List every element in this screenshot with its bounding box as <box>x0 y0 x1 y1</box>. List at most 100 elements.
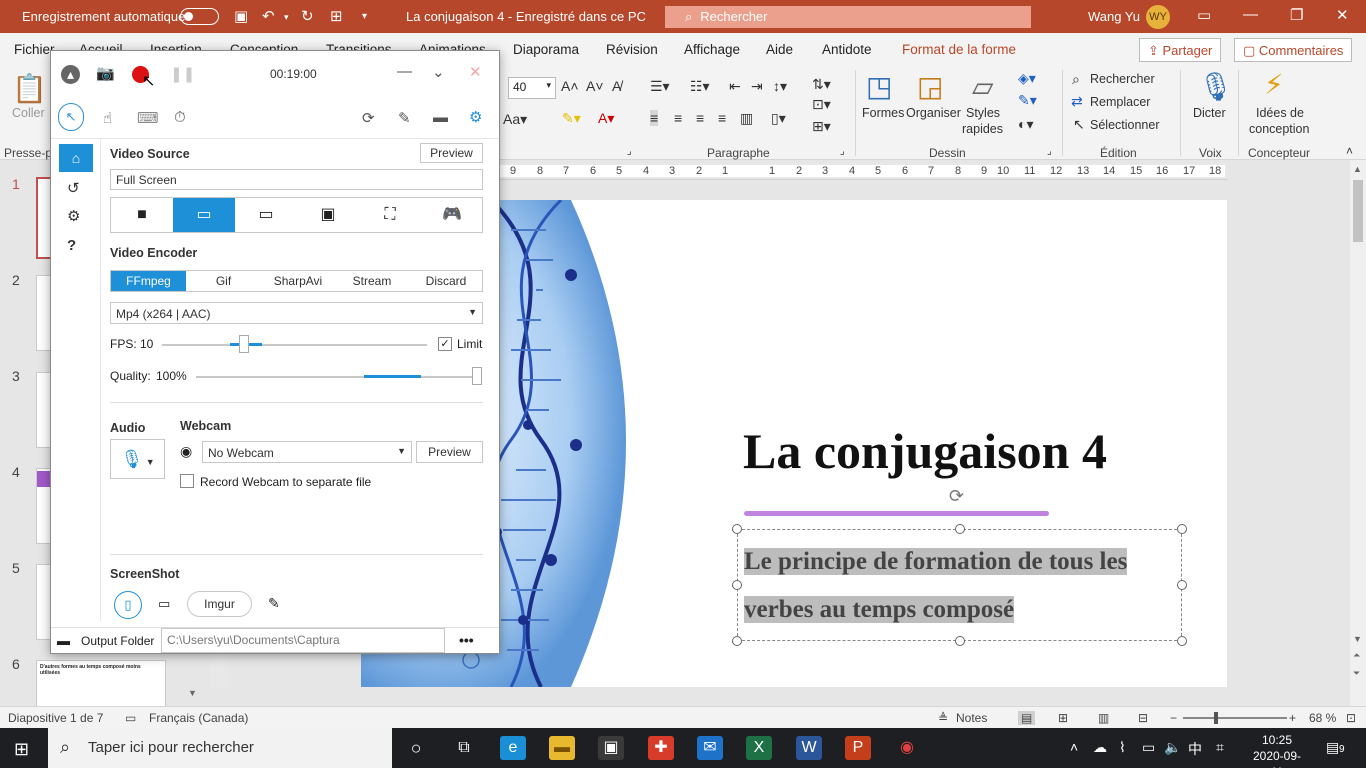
shape-fill-icon[interactable]: ◈▾ <box>1018 70 1036 87</box>
resize-handle[interactable] <box>955 636 965 646</box>
align-text-icon[interactable]: ⊡▾ <box>812 96 831 113</box>
menu-affichage[interactable]: Affichage <box>684 42 740 57</box>
previous-slide-icon[interactable]: ⏶ <box>1353 650 1360 661</box>
pen-icon[interactable]: ✎ <box>398 109 411 127</box>
align-right-icon[interactable]: ≡ <box>696 110 704 126</box>
select-label[interactable]: Sélectionner <box>1090 118 1160 132</box>
window-icon[interactable]: ▣ <box>297 198 359 232</box>
tab-discard[interactable]: Discard <box>409 271 483 291</box>
change-case-icon[interactable]: Aa▾ <box>503 111 527 128</box>
comments-button[interactable]: ▢ Commentaires <box>1234 38 1353 62</box>
design-ideas-icon[interactable]: ⚡ <box>1264 68 1284 101</box>
line-spacing-icon[interactable]: ↕▾ <box>773 78 787 95</box>
click-tool-icon[interactable]: ☝ <box>103 109 112 127</box>
slide-sorter-icon[interactable]: ⊞ <box>1058 711 1068 725</box>
windows-start-icon[interactable]: ⊞ <box>14 739 29 760</box>
resize-handle[interactable] <box>955 524 965 534</box>
minimize-icon[interactable]: — <box>1243 6 1258 23</box>
scrollbar-thumb[interactable] <box>1353 180 1363 242</box>
grow-font-icon[interactable]: A˄ <box>561 78 579 94</box>
dialog-launcher-icon[interactable]: ⌟ <box>840 146 845 157</box>
subtitle-text[interactable]: Le principe de formation de tous les ver… <box>744 538 1164 634</box>
resize-handle[interactable] <box>1177 524 1187 534</box>
imgur-button[interactable]: Imgur <box>187 591 252 617</box>
resize-handle[interactable] <box>732 524 742 534</box>
fps-slider-thumb[interactable] <box>239 335 249 353</box>
clear-format-icon[interactable]: A̸ <box>612 78 621 94</box>
slideshow-icon[interactable]: ⊟ <box>1138 711 1148 725</box>
find-label[interactable]: Rechercher <box>1090 72 1155 86</box>
quality-slider-thumb[interactable] <box>472 367 482 385</box>
resize-handle[interactable] <box>1177 580 1187 590</box>
webcam-preview-button[interactable]: Preview <box>416 441 483 463</box>
align-left-icon[interactable]: ≡ <box>650 110 659 126</box>
tab-ffmpeg[interactable]: FFmpeg <box>111 271 186 291</box>
settings-icon[interactable]: ⚙ <box>67 207 80 225</box>
collapse-ribbon-icon[interactable]: ˄ <box>1346 144 1353 158</box>
camera-icon[interactable]: 📷 <box>96 64 115 82</box>
text-direction-icon[interactable]: ⇅▾ <box>812 76 831 93</box>
powerpoint-icon[interactable]: P <box>845 736 871 760</box>
zoom-level[interactable]: 68 % <box>1309 711 1336 725</box>
scroll-up-icon[interactable]: ▲ <box>1353 164 1362 174</box>
slide-title[interactable]: La conjugaison 4 <box>743 422 1107 480</box>
align-center-icon[interactable]: ≡ <box>674 110 682 126</box>
rotate-handle-icon[interactable]: ⟳ <box>949 486 964 507</box>
home-icon[interactable]: ⌂ <box>59 144 93 172</box>
restore-icon[interactable]: ❐ <box>1290 6 1303 24</box>
search-box[interactable]: ⌕ Rechercher <box>665 6 1031 28</box>
codec-select[interactable]: Mp4 (x264 | AAC) ▼ <box>110 302 483 324</box>
fit-slide-icon[interactable]: ⊡ <box>1346 711 1356 725</box>
tab-gif[interactable]: Gif <box>186 271 261 291</box>
dictate-label[interactable]: Dicter <box>1193 106 1226 120</box>
settings-gear-icon[interactable]: ⚙ <box>469 108 482 126</box>
justify-icon[interactable]: ≡ <box>718 110 726 126</box>
spellcheck-icon[interactable]: ▭ <box>125 711 136 725</box>
menu-antidote[interactable]: Antidote <box>822 42 872 57</box>
onedrive-icon[interactable]: ☁ <box>1093 739 1107 756</box>
zoom-out-icon[interactable]: − <box>1170 711 1177 725</box>
subtitle-textbox[interactable]: Le principe de formation de tous les ver… <box>732 524 1187 646</box>
scroll-down-icon[interactable]: ▼ <box>1353 634 1362 644</box>
bullets-icon[interactable]: ☰▾ <box>650 78 670 95</box>
menu-diaporama[interactable]: Diaporama <box>513 42 579 57</box>
columns-icon[interactable]: ▯▾ <box>771 110 786 127</box>
cortana-icon[interactable]: ○ <box>403 736 429 760</box>
tab-sharpavi[interactable]: SharpAvi <box>261 271 335 291</box>
numbering-icon[interactable]: ☷▾ <box>690 78 710 95</box>
close-icon[interactable]: ✕ <box>469 63 482 81</box>
output-path-field[interactable]: C:\Users\yu\Documents\Captura <box>161 628 445 653</box>
word-icon[interactable]: W <box>796 736 822 760</box>
network-icon[interactable]: ⌇ <box>1119 739 1126 756</box>
next-slide-icon[interactable]: ⏷ <box>1353 668 1360 679</box>
shape-outline-icon[interactable]: ✎▾ <box>1018 92 1037 109</box>
replace-label[interactable]: Remplacer <box>1090 95 1150 109</box>
limit-checkbox[interactable]: ✓ <box>438 337 452 351</box>
ime-label[interactable]: 中 <box>1188 739 1202 759</box>
timer-icon[interactable]: ⏱ <box>174 109 186 126</box>
font-size-field[interactable]: 40 ▾ <box>508 77 556 99</box>
slide-thumbnail-6[interactable]: D'autres formes au temps composé moins u… <box>36 660 166 706</box>
source-preview-button[interactable]: Preview <box>420 143 483 163</box>
shapes-icon[interactable]: ◳ <box>866 70 892 103</box>
screen-source-icon[interactable]: ▭ <box>173 198 235 232</box>
source-field[interactable]: Full Screen <box>110 169 483 190</box>
vertical-scrollbar[interactable]: ▲ ▼ ⏶ ⏷ <box>1350 160 1366 706</box>
double-chevron-down-icon[interactable]: ⌄ <box>432 63 445 81</box>
gift-app-icon[interactable]: ✚ <box>648 736 674 760</box>
notes-icon[interactable]: ≜ <box>938 711 948 725</box>
ideas-label[interactable]: Idées de <box>1256 106 1304 120</box>
shape-effects-icon[interactable]: ◐▾ <box>1018 116 1033 133</box>
notes-label[interactable]: Notes <box>956 711 987 725</box>
taskbar-search[interactable]: ⌕ Taper ici pour rechercher <box>48 728 392 768</box>
increase-indent-icon[interactable]: ⇥ <box>751 78 763 95</box>
close-icon[interactable]: ✕ <box>1336 6 1349 24</box>
highlight-icon[interactable]: ✎▾ <box>562 110 581 127</box>
refresh-icon[interactable]: ⟳ <box>362 109 375 127</box>
menu-aide[interactable]: Aide <box>766 42 793 57</box>
volume-icon[interactable]: 🔈 <box>1164 739 1181 756</box>
quality-slider[interactable] <box>196 376 481 378</box>
thumbnail-scroll-down-icon[interactable]: ▼ <box>188 688 197 698</box>
folder-icon[interactable]: ▬ <box>433 109 448 126</box>
cursor-tool-icon[interactable]: ↖ <box>58 103 84 131</box>
